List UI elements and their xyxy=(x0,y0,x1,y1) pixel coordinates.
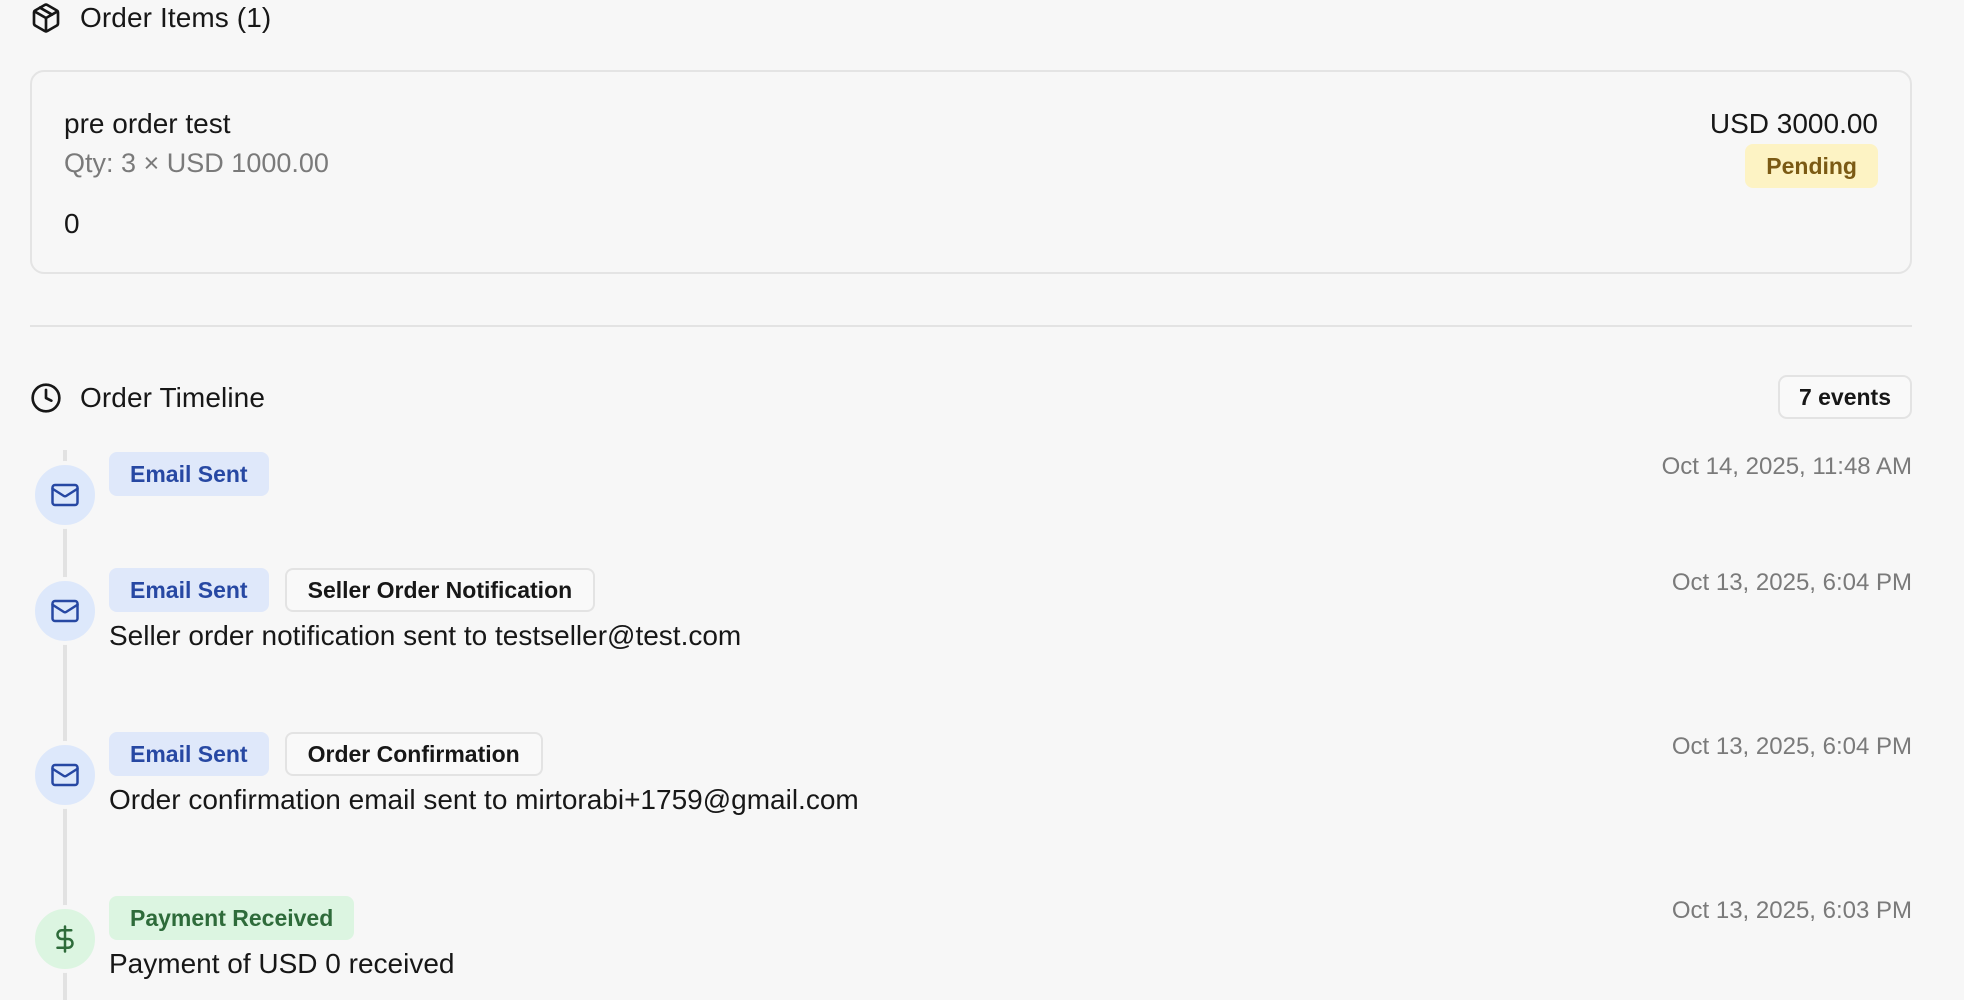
event-badges: Payment Received xyxy=(109,896,355,940)
item-status-badge: Pending xyxy=(1745,144,1878,188)
order-detail-page: Order Items (1) pre order test Qty: 3 × … xyxy=(0,0,1964,1000)
event-badges: Email Sent Order Confirmation xyxy=(109,732,543,776)
events-count-badge: 7 events xyxy=(1777,375,1912,419)
event-timestamp: Oct 13, 2025, 6:03 PM xyxy=(1671,897,1912,924)
package-icon xyxy=(30,2,62,34)
order-items-header: Order Items (1) xyxy=(30,0,271,36)
clock-icon xyxy=(30,382,62,414)
item-total: USD 3000.00 xyxy=(1709,108,1878,139)
order-items-title: Order Items (1) xyxy=(80,2,272,33)
item-extra-value: 0 xyxy=(64,208,80,239)
event-type-badge: Payment Received xyxy=(109,896,355,940)
mail-icon xyxy=(31,461,99,529)
event-description: Seller order notification sent to testse… xyxy=(109,620,742,651)
email-template-badge: Order Confirmation xyxy=(284,732,543,776)
event-type-badge: Email Sent xyxy=(109,568,269,612)
item-name: pre order test xyxy=(64,108,231,139)
event-description: Order confirmation email sent to mirtora… xyxy=(109,784,859,815)
event-timestamp: Oct 14, 2025, 11:48 AM xyxy=(1661,453,1912,480)
item-quantity: Qty: 3 × USD 1000.00 xyxy=(64,148,329,178)
order-timeline-header: Order Timeline xyxy=(30,378,265,418)
event-type-badge: Email Sent xyxy=(109,732,269,776)
section-divider xyxy=(30,325,1912,327)
dollar-icon xyxy=(31,905,99,973)
event-badges: Email Sent Seller Order Notification xyxy=(109,568,596,612)
event-description: Payment of USD 0 received xyxy=(109,948,455,979)
mail-icon xyxy=(31,741,99,809)
order-item-card: pre order test Qty: 3 × USD 1000.00 0 US… xyxy=(30,70,1912,274)
mail-icon xyxy=(31,577,99,645)
event-timestamp: Oct 13, 2025, 6:04 PM xyxy=(1671,569,1912,596)
event-timestamp: Oct 13, 2025, 6:04 PM xyxy=(1671,733,1912,760)
event-badges: Email Sent xyxy=(109,452,269,496)
event-type-badge: Email Sent xyxy=(109,452,269,496)
email-template-badge: Seller Order Notification xyxy=(284,568,596,612)
order-timeline-title: Order Timeline xyxy=(80,382,266,413)
